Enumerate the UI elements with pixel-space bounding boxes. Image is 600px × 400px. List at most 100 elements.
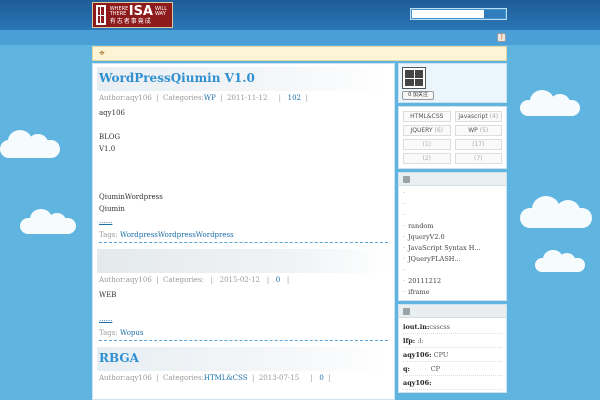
post-text-line <box>99 167 388 179</box>
cloud-decoration <box>520 90 580 116</box>
avatar[interactable] <box>402 67 426 89</box>
follow-button[interactable]: 0 加关注 <box>402 91 434 100</box>
comment-item[interactable]: q: CP <box>403 362 502 376</box>
post-author: Author:aqy106 <box>99 276 152 284</box>
logo-small-text-right: WILL WAY <box>155 5 167 17</box>
meta-separator: | <box>266 276 270 284</box>
list-item[interactable]: JavaScript Syntax H... <box>403 243 502 254</box>
post-comments-link[interactable]: 0 <box>319 374 323 382</box>
recent-comments-widget: iout.in:csscss lfp: :l: aqy106: CPU q: C… <box>398 304 507 393</box>
recent-posts-widget: random JqueryV2.0 JavaScript Syntax H...… <box>398 172 507 301</box>
meta-separator: | <box>156 374 159 382</box>
tag-cloud-widget: HTML&CSS javascript (4) JQUERY (6) WP (5… <box>398 106 507 169</box>
meta-separator: | <box>286 276 290 284</box>
tags-label: Tags: <box>99 329 118 337</box>
post-text-line: QiuminWordpress <box>99 193 163 201</box>
logo-seal-icon <box>95 4 107 26</box>
widget-header <box>399 305 506 318</box>
post-text-line: WEB <box>99 291 117 299</box>
post-text-line <box>99 119 388 131</box>
read-more-link[interactable]: ...... <box>99 315 112 323</box>
post-comments-link[interactable]: 102 <box>288 94 301 102</box>
comment-item[interactable]: aqy106: CPU <box>403 348 502 362</box>
widget-header <box>399 173 506 186</box>
post-title-text[interactable]: RBGA <box>99 351 139 365</box>
comment-item[interactable]: aqy106: <box>403 376 502 390</box>
tag-chip[interactable]: javascript (4) <box>454 111 502 122</box>
list-item[interactable] <box>403 210 502 221</box>
post-category-link[interactable]: HTML&CSS <box>204 374 248 382</box>
meta-separator: | <box>328 374 331 382</box>
list-item[interactable] <box>403 188 502 199</box>
sidebar: 0 加关注 HTML&CSS javascript (4) JQUERY (6)… <box>398 63 507 396</box>
list-item[interactable]: JqueryV2.0 <box>403 232 502 243</box>
comment-item[interactable]: lfp: :l: <box>403 334 502 348</box>
post: Author:aqy106 | Categories: | 2015-02-12… <box>97 249 390 341</box>
search-button[interactable] <box>484 10 505 18</box>
post-date: 2015-02-12 <box>219 276 260 284</box>
logo-big-text: ISA <box>128 4 153 19</box>
post-text-line: V1.0 <box>99 145 116 153</box>
cloud-decoration <box>520 196 592 228</box>
cloud-decoration <box>535 250 585 272</box>
tag-chip[interactable]: (1) <box>403 139 451 150</box>
tag-link[interactable]: WordpressWordpressWordpress <box>120 231 234 239</box>
top-header: WHERE THERE ISA WILL WAY 有志者事竟成 <box>0 0 600 30</box>
post-meta: Author:aqy106 | Categories:HTML&CSS | 20… <box>99 374 388 382</box>
profile: 0 加关注 <box>399 64 506 102</box>
post-author: Author:aqy106 <box>99 94 152 102</box>
post-text-line <box>99 301 388 313</box>
list-item[interactable] <box>403 199 502 210</box>
meta-separator: | <box>220 94 223 102</box>
tag-chip[interactable]: HTML&CSS <box>403 111 451 122</box>
post-text-line: BLOG <box>99 133 121 141</box>
tag-chip[interactable]: (2) <box>403 153 451 164</box>
meta-separator: | <box>310 374 313 382</box>
notice-bar: ⌖ <box>92 46 507 61</box>
site-logo[interactable]: WHERE THERE ISA WILL WAY 有志者事竟成 <box>92 2 173 28</box>
meta-separator: | <box>252 374 255 382</box>
post-title-text[interactable]: WordPressQiumin V1.0 <box>99 71 255 85</box>
post-author: Author:aqy106 <box>99 374 152 382</box>
post-title[interactable]: RBGA <box>97 347 390 371</box>
list-item[interactable]: random <box>403 221 502 232</box>
tag-chip[interactable]: (7) <box>454 153 502 164</box>
post-categories-label: Categories: <box>163 94 204 102</box>
tag-link[interactable]: Wopus <box>120 329 144 337</box>
tag-cloud: HTML&CSS javascript (4) JQUERY (6) WP (5… <box>399 107 506 168</box>
list-item[interactable]: iframe <box>403 287 502 298</box>
list-item[interactable]: JQueryFLASH... <box>403 254 502 265</box>
post-meta: Author:aqy106 | Categories:WP | 2011-11-… <box>99 94 388 102</box>
post-text-line <box>99 155 388 167</box>
meta-separator: | <box>278 94 281 102</box>
search-input[interactable] <box>412 10 484 18</box>
tag-chip[interactable]: (17) <box>454 139 502 150</box>
post-body: WEB ...... <box>99 289 388 325</box>
logo-slogan: 有志者事竟成 <box>109 18 152 25</box>
recent-posts-list: random JqueryV2.0 JavaScript Syntax H...… <box>399 186 506 300</box>
post-text-line: aqy106 <box>99 109 125 117</box>
post-category-link[interactable]: WP <box>204 94 216 102</box>
tag-chip[interactable]: WP (5) <box>454 125 502 136</box>
nav-bar: ) <box>0 30 600 45</box>
post: WordPressQiumin V1.0 Author:aqy106 | Cat… <box>97 67 390 243</box>
tag-chip[interactable]: JQUERY (6) <box>403 125 451 136</box>
list-item[interactable]: 20111212 <box>403 276 502 287</box>
post-categories-label: Categories: <box>163 276 204 284</box>
comment-item[interactable]: iout.in:csscss <box>403 320 502 334</box>
post-title[interactable]: WordPressQiumin V1.0 <box>97 67 390 91</box>
post-title[interactable] <box>97 249 390 273</box>
list-item[interactable] <box>403 265 502 276</box>
post-tags: Tags: WordpressWordpressWordpress <box>99 231 388 243</box>
tags-label: Tags: <box>99 231 118 239</box>
widget-icon <box>403 308 410 315</box>
meta-separator: | <box>156 276 159 284</box>
post-text-line: Qiumin <box>99 205 125 213</box>
post-comments-link[interactable]: 0 <box>276 276 280 284</box>
rss-icon[interactable]: ) <box>497 33 506 42</box>
cloud-decoration <box>20 209 76 234</box>
meta-separator: | <box>305 94 308 102</box>
comments-list: iout.in:csscss lfp: :l: aqy106: CPU q: C… <box>399 318 506 392</box>
widget-icon <box>403 176 410 183</box>
read-more-link[interactable]: ...... <box>99 217 112 225</box>
